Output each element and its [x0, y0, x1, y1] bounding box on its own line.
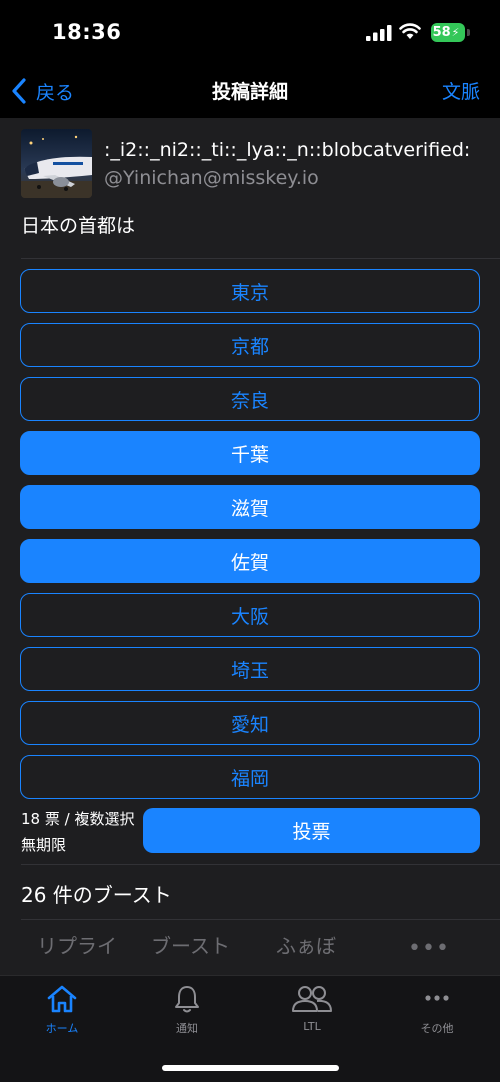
poll-option[interactable]: 京都	[20, 323, 480, 367]
battery-level: 58	[432, 25, 451, 40]
context-button[interactable]: 文脈	[442, 77, 480, 104]
display-name[interactable]: :_i2::_ni2::_ti::_lya::_n::blobcatverifi…	[104, 139, 470, 161]
tab-other[interactable]: その他	[387, 984, 487, 1036]
poll-option-label: 滋賀	[230, 497, 269, 520]
tab-notifications-label: 通知	[176, 1022, 198, 1035]
signal-icon	[366, 25, 392, 41]
poll-option[interactable]: 福岡	[20, 755, 480, 799]
poll-option[interactable]: 千葉	[20, 431, 480, 475]
status-time: 18:36	[52, 20, 122, 44]
wifi-icon	[399, 23, 421, 39]
avatar[interactable]	[21, 129, 92, 198]
reaction-tabs: リプライ ブースト ふぁぼ •••	[0, 930, 500, 970]
boost-count[interactable]: 26 件のブースト	[21, 879, 172, 908]
tab-bar: ホーム 通知 LTL その他	[0, 975, 500, 1082]
status-bar: 18:36 58 ⚡	[0, 0, 500, 66]
tab-ltl-label: LTL	[303, 1020, 321, 1033]
home-icon	[47, 985, 77, 1013]
poll-option[interactable]: 大阪	[20, 593, 480, 637]
tab-ltl[interactable]: LTL	[262, 984, 362, 1033]
battery-tip	[467, 29, 470, 36]
fav-tab[interactable]: ふぁぼ	[276, 930, 336, 959]
divider	[21, 864, 500, 865]
poll-option-label: 佐賀	[230, 551, 269, 574]
tab-notifications[interactable]: 通知	[137, 984, 237, 1036]
poll-option[interactable]: 奈良	[20, 377, 480, 421]
poll-option-label: 奈良	[230, 389, 269, 412]
poll-option-label: 愛知	[230, 713, 269, 736]
divider	[21, 258, 500, 259]
poll-option-label: 東京	[230, 281, 269, 304]
vote-button-label: 投票	[292, 821, 331, 843]
page-title: 投稿詳細	[211, 81, 288, 103]
username[interactable]: @Yinichan@misskey.io	[104, 167, 319, 189]
poll-option-label: 京都	[230, 335, 269, 358]
poll-option[interactable]: 滋賀	[20, 485, 480, 529]
poll-option-label: 福岡	[230, 767, 269, 790]
poll-option-label: 埼玉	[230, 659, 269, 682]
poll-option-label: 大阪	[230, 605, 269, 628]
poll-option[interactable]: 佐賀	[20, 539, 480, 583]
poll-option[interactable]: 愛知	[20, 701, 480, 745]
reply-tab[interactable]: リプライ	[37, 930, 117, 959]
people-icon	[292, 986, 332, 1012]
tab-home[interactable]: ホーム	[12, 984, 112, 1036]
boost-tab[interactable]: ブースト	[151, 930, 230, 959]
poll-vote-count: 18 票 / 複数選択	[21, 810, 135, 828]
bell-icon	[175, 986, 199, 1013]
tab-home-label: ホーム	[45, 1022, 79, 1035]
home-indicator	[162, 1065, 339, 1071]
more-horizontal-icon	[425, 995, 449, 1001]
poll-option[interactable]: 東京	[20, 269, 480, 313]
more-icon[interactable]: •••	[408, 936, 450, 961]
poll-expiry: 無期限	[21, 836, 67, 854]
airplane-avatar-image	[21, 129, 92, 198]
poll-option-label: 千葉	[230, 443, 269, 466]
divider	[21, 919, 500, 920]
nav-bar: 戻る 投稿詳細 文脈	[0, 66, 500, 118]
tab-other-label: その他	[420, 1022, 454, 1035]
poll-option[interactable]: 埼玉	[20, 647, 480, 691]
post-text: 日本の首都は	[21, 215, 136, 237]
vote-button[interactable]: 投票	[143, 808, 480, 853]
battery-icon: 58 ⚡	[431, 23, 465, 42]
